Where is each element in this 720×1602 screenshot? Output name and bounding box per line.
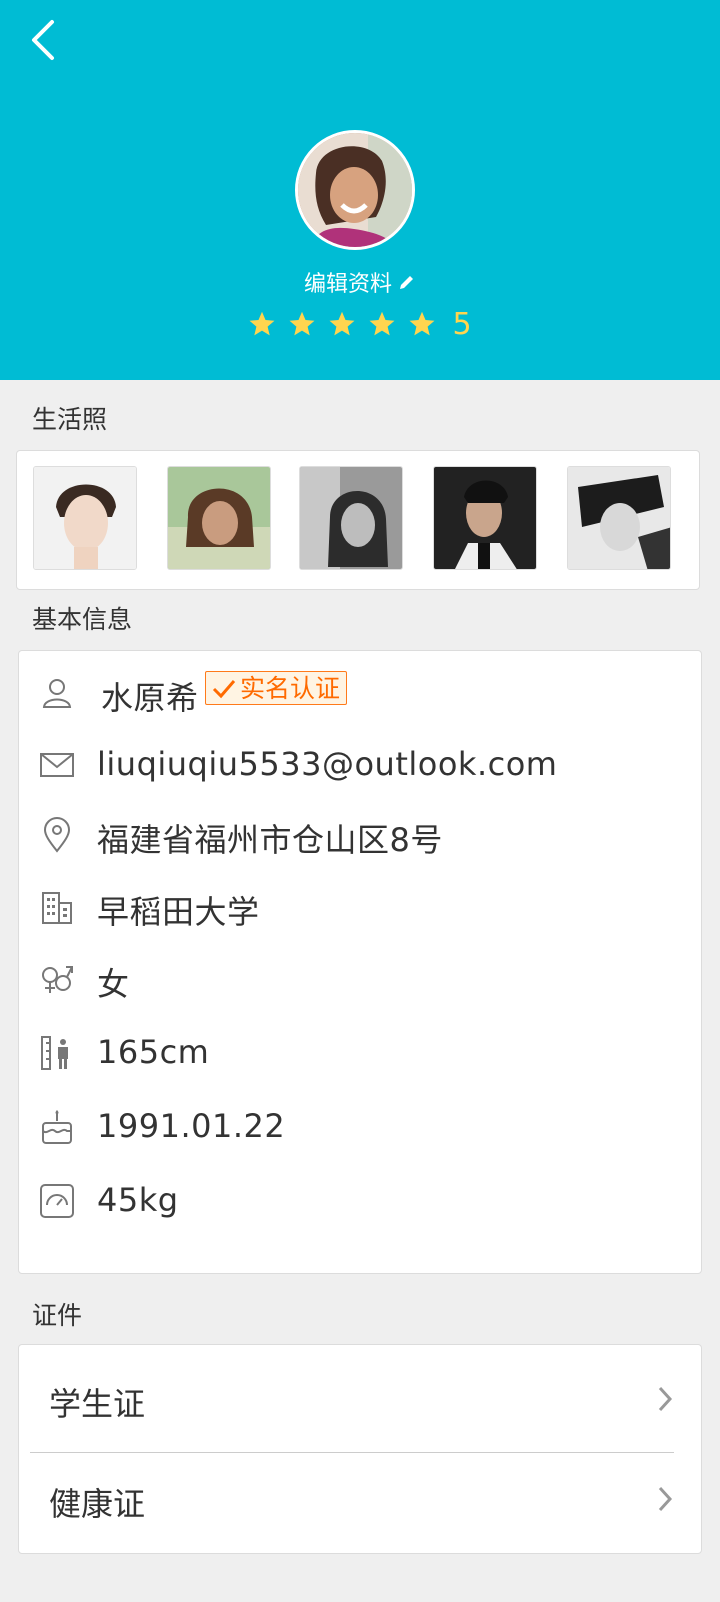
document-item-health-card[interactable]: 健康证 <box>19 1449 703 1549</box>
name-text: 水原希 <box>101 679 199 717</box>
photo-gallery <box>16 450 700 590</box>
document-label: 健康证 <box>49 1485 146 1523</box>
chevron-left-icon <box>32 20 54 60</box>
star-icon <box>329 311 355 336</box>
basic-info-section-title: 基本信息 <box>32 605 133 634</box>
back-button[interactable] <box>26 18 66 62</box>
building-icon <box>42 892 72 924</box>
star-icon <box>249 311 275 336</box>
star-icon <box>369 311 395 336</box>
star-icon <box>289 311 315 336</box>
pencil-icon <box>400 276 413 289</box>
height-text: 165cm <box>97 1033 210 1071</box>
scale-icon <box>40 1184 74 1218</box>
person-icon <box>42 679 72 708</box>
divider <box>30 1452 674 1453</box>
info-row-weight: 45kg <box>19 1173 703 1229</box>
email-text: liuqiuqiu5533@outlook.com <box>97 745 558 783</box>
info-row-address: 福建省福州市仓山区8号 <box>19 807 703 863</box>
info-row-email: liuqiuqiu5533@outlook.com <box>19 737 703 793</box>
photo-thumbnail[interactable] <box>167 466 271 570</box>
star-icon <box>409 311 435 336</box>
check-icon <box>212 680 236 699</box>
photo-thumbnail[interactable] <box>299 466 403 570</box>
documents-card: 学生证 健康证 <box>18 1344 702 1554</box>
profile-header: 编辑资料 5 <box>0 0 720 380</box>
birthday-text: 1991.01.22 <box>97 1107 286 1145</box>
basic-info-card: 水原希 实名认证 liuqiuqiu5533@outlook.com 福建省福州… <box>18 650 702 1274</box>
school-text: 早稻田大学 <box>97 893 260 931</box>
photos-section-title: 生活照 <box>32 405 108 434</box>
document-item-student-card[interactable]: 学生证 <box>19 1349 703 1449</box>
docs-section-title: 证件 <box>32 1301 83 1330</box>
info-row-height: 165cm <box>19 1025 703 1081</box>
gender-text: 女 <box>97 965 130 1003</box>
info-row-school: 早稻田大学 <box>19 879 703 935</box>
mail-icon <box>40 753 74 777</box>
gender-icon <box>42 966 73 993</box>
chevron-right-icon <box>658 1386 673 1412</box>
photo-thumbnail[interactable] <box>33 466 137 570</box>
rating: 5 <box>0 302 720 346</box>
weight-text: 45kg <box>97 1181 179 1219</box>
photo-thumbnail[interactable] <box>433 466 537 570</box>
edit-profile-button[interactable]: 编辑资料 <box>0 262 720 302</box>
height-ruler-icon <box>41 1036 68 1070</box>
verified-label: 实名认证 <box>240 674 341 703</box>
avatar[interactable] <box>295 130 415 250</box>
info-row-gender: 女 <box>19 951 703 1007</box>
chevron-right-icon <box>658 1486 673 1512</box>
info-row-birthday: 1991.01.22 <box>19 1099 703 1155</box>
address-text: 福建省福州市仓山区8号 <box>97 821 443 859</box>
document-label: 学生证 <box>49 1385 146 1423</box>
photo-thumbnail[interactable] <box>567 466 671 570</box>
edit-profile-label: 编辑资料 <box>303 272 392 297</box>
verified-badge: 实名认证 <box>205 671 348 705</box>
info-row-name: 水原希 实名认证 <box>19 665 703 721</box>
birthday-cake-icon <box>42 1110 72 1144</box>
location-pin-icon <box>43 817 71 853</box>
rating-value: 5 <box>452 306 472 342</box>
